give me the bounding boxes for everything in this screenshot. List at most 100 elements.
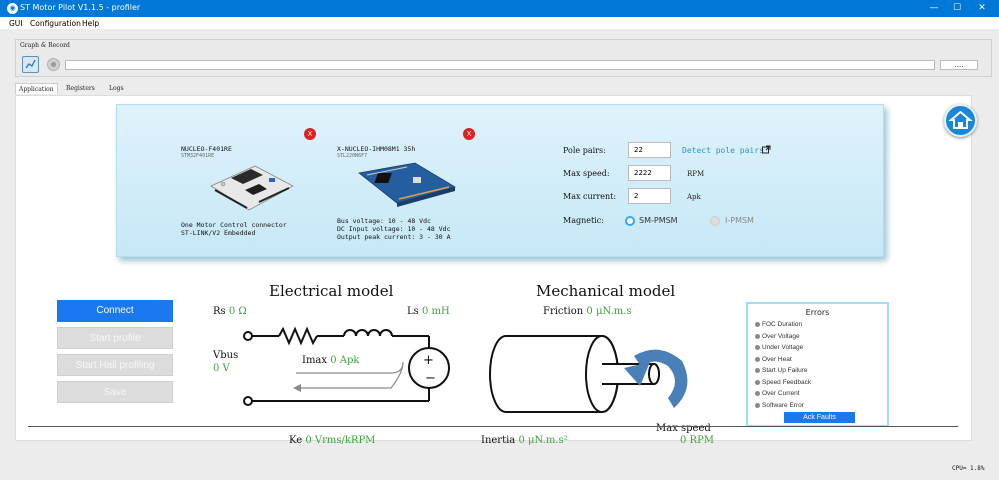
inertia-value: 0 — [518, 435, 525, 446]
rs-value: 0 — [228, 306, 236, 317]
graph-record-label: Graph & Record — [20, 42, 70, 49]
close-icon[interactable]: ✕ — [972, 0, 992, 17]
max-speed-model-value: 0 RPM — [680, 435, 715, 446]
start-hall-profiling-button[interactable]: Start Hall profiling — [57, 354, 173, 376]
error-label: Speed Feedback — [762, 379, 812, 386]
status-dot-icon — [755, 391, 760, 396]
graph-button[interactable] — [22, 56, 39, 73]
graph-record-group: Graph & Record .... — [15, 39, 992, 77]
ack-faults-button[interactable]: Ack Faults — [784, 412, 855, 423]
bottom-divider — [28, 426, 958, 427]
home-icon — [948, 110, 973, 129]
error-label: Software Error — [762, 402, 804, 409]
cpu-usage: CPU= 1.8% — [952, 465, 985, 472]
status-dot-icon — [755, 322, 760, 327]
electrical-circuit-diagram: + − — [243, 326, 450, 406]
start-profile-button[interactable]: Start profile — [57, 327, 173, 349]
board2-desc1: Bus voltage: 10 - 48 Vdc — [337, 217, 431, 225]
ke-label: Ke — [289, 435, 303, 446]
home-button[interactable] — [944, 104, 977, 137]
max-speed-input[interactable]: 2222 — [628, 165, 671, 181]
ls-unit: mH — [431, 306, 450, 317]
status-dot-icon — [755, 357, 760, 362]
board1-desc1: One Motor Control connector — [181, 221, 287, 229]
svg-text:−: − — [425, 371, 436, 386]
minimize-icon[interactable]: — — [924, 0, 944, 17]
ls-param: Ls 0 mH — [407, 306, 450, 317]
ke-unit: Vrms/kRPM — [314, 435, 376, 446]
error-label: Under Voltage — [762, 344, 804, 351]
save-button[interactable]: Save — [57, 381, 173, 403]
external-link-icon[interactable] — [762, 145, 771, 154]
menu-bar: GUI Configuration Help — [0, 17, 999, 29]
connect-button[interactable]: Connect — [57, 300, 173, 322]
rs-label: Rs — [213, 306, 226, 317]
friction-value: 0 — [586, 306, 593, 317]
inertia-unit: μN.m.s² — [528, 435, 568, 446]
max-current-input[interactable]: 2 — [628, 188, 671, 204]
board1-name: NUCLEO-F401RE — [181, 145, 232, 153]
menu-help[interactable]: Help — [82, 19, 99, 28]
error-item: Under Voltage — [755, 344, 804, 351]
max-current-unit: Apk — [687, 193, 701, 201]
tab-application[interactable]: Application — [15, 83, 58, 94]
errors-title: Errors — [805, 308, 830, 317]
magnetic-label: Magnetic: — [563, 216, 604, 225]
errors-panel: Errors FOC Duration Over Voltage Under V… — [746, 302, 889, 427]
i-pmsm-label: I-PMSM — [725, 216, 754, 225]
error-item: Start Up Failure — [755, 367, 808, 374]
error-label: Over Voltage — [762, 333, 800, 340]
max-speed-unit: RPM — [687, 170, 705, 178]
friction-label: Friction — [543, 306, 584, 317]
status-bar — [0, 462, 999, 480]
remove-board2-icon[interactable]: X — [463, 128, 475, 140]
error-label: Over Current — [762, 390, 800, 397]
ls-label: Ls — [407, 306, 419, 317]
tab-logs[interactable]: Logs — [106, 83, 127, 94]
sm-pmsm-label: SM-PMSM — [639, 216, 678, 225]
pole-pairs-input[interactable]: 22 — [628, 142, 671, 158]
maximize-icon[interactable]: ☐ — [947, 0, 967, 17]
app-logo-icon: ◉ — [7, 3, 18, 14]
status-dot-icon — [755, 368, 760, 373]
ls-value: 0 — [421, 306, 429, 317]
window-title: ST Motor Pilot V1.1.5 - profiler — [20, 3, 141, 12]
error-item: Over Voltage — [755, 333, 800, 340]
work-area: Graph & Record .... Application Register… — [0, 29, 999, 480]
error-label: Start Up Failure — [762, 367, 808, 374]
menu-configuration[interactable]: Configuration — [30, 19, 81, 28]
board1-sub: STM32F401RE — [181, 153, 215, 159]
status-dot-icon — [755, 345, 760, 350]
nucleo-board-image — [210, 165, 294, 211]
error-label: Over Heat — [762, 356, 792, 363]
error-item: Speed Feedback — [755, 379, 812, 386]
status-dot-icon — [755, 334, 760, 339]
tab-registers[interactable]: Registers — [63, 83, 98, 94]
i-pmsm-radio[interactable] — [710, 216, 720, 226]
max-speed-label: Max speed: — [563, 169, 610, 178]
detect-pole-pairs-link[interactable]: Detect pole pairs — [682, 146, 764, 155]
friction-param: Friction 0 μN.m.s — [543, 306, 632, 317]
status-dot-icon — [755, 403, 760, 408]
remove-board1-icon[interactable]: X — [304, 128, 316, 140]
error-item: FOC Duration — [755, 321, 803, 328]
error-label: FOC Duration — [762, 321, 803, 328]
inertia-label: Inertia — [481, 435, 516, 446]
ke-value: 0 — [305, 435, 312, 446]
inertia-param: Inertia 0 μN.m.s² — [481, 435, 568, 446]
friction-unit: μN.m.s — [595, 306, 632, 317]
rs-unit: Ω — [238, 306, 247, 317]
record-path-input[interactable] — [65, 60, 935, 70]
error-item: Software Error — [755, 402, 804, 409]
sm-pmsm-radio[interactable] — [625, 216, 635, 226]
max-current-label: Max current: — [563, 192, 617, 201]
browse-button[interactable]: .... — [940, 60, 978, 70]
pole-pairs-label: Pole pairs: — [563, 146, 606, 155]
rs-param: Rs 0 Ω — [213, 306, 247, 317]
electrical-model-title: Electrical model — [269, 282, 394, 300]
menu-gui[interactable]: GUI — [9, 19, 23, 28]
hardware-panel: X X NUCLEO-F401RE STM32F401RE One Motor … — [116, 104, 884, 257]
graph-icon — [25, 59, 36, 69]
record-button[interactable] — [47, 58, 60, 71]
board2-name: X-NUCLEO-IHM08M1 35h — [337, 145, 416, 153]
